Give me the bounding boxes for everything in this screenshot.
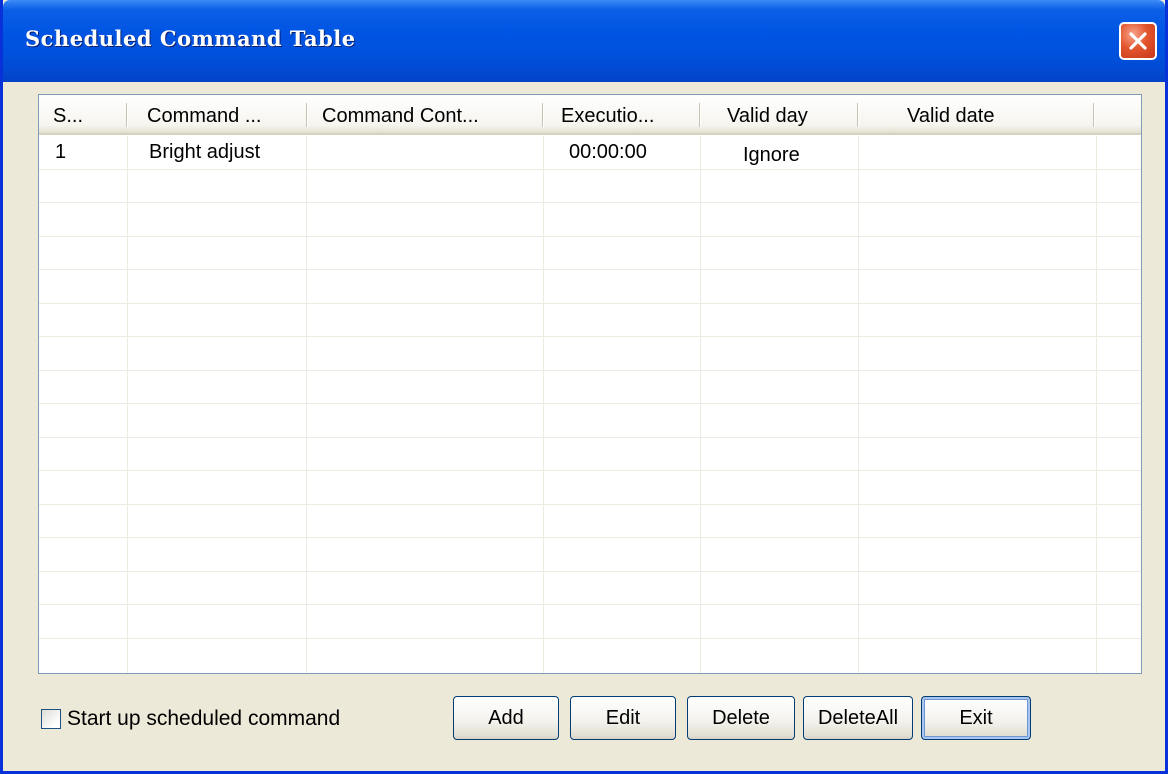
- edit-button[interactable]: Edit: [570, 696, 676, 740]
- column-separator[interactable]: [126, 103, 127, 127]
- grid-line: [39, 571, 1141, 572]
- grid-line: [39, 470, 1141, 471]
- startup-checkbox-label[interactable]: Start up scheduled command: [67, 707, 340, 731]
- grid-line: [39, 370, 1141, 371]
- column-header-command[interactable]: Command ...: [147, 95, 307, 135]
- grid-line: [1096, 136, 1097, 673]
- cell-execution: 00:00:00: [569, 141, 647, 163]
- grid-line: [39, 236, 1141, 237]
- scheduled-command-window: Scheduled Command Table S... Command ...…: [0, 0, 1168, 774]
- column-header-content[interactable]: Command Cont...: [322, 95, 542, 135]
- grid-line: [39, 604, 1141, 605]
- cell-command: Bright adjust: [149, 141, 261, 163]
- grid-line: [39, 169, 1141, 170]
- grid-line: [39, 437, 1141, 438]
- column-separator[interactable]: [699, 103, 700, 127]
- cell-serial: 1: [55, 141, 67, 163]
- command-table[interactable]: S... Command ... Command Cont... Executi…: [38, 94, 1142, 674]
- exit-button[interactable]: Exit: [921, 696, 1031, 740]
- grid-line: [39, 638, 1141, 639]
- column-header-valid-day[interactable]: Valid day: [727, 95, 867, 135]
- column-separator[interactable]: [1093, 103, 1094, 127]
- grid-line: [306, 136, 307, 673]
- column-separator[interactable]: [857, 103, 858, 127]
- close-icon: [1129, 32, 1147, 50]
- grid-line: [858, 136, 859, 673]
- column-separator[interactable]: [542, 103, 543, 127]
- grid-line: [39, 303, 1141, 304]
- delete-all-button[interactable]: DeleteAll: [803, 696, 913, 740]
- grid-line: [39, 336, 1141, 337]
- add-button[interactable]: Add: [453, 696, 559, 740]
- column-header-valid-date[interactable]: Valid date: [907, 95, 1107, 135]
- grid-line: [39, 202, 1141, 203]
- column-separator[interactable]: [306, 103, 307, 127]
- client-area: S... Command ... Command Cont... Executi…: [3, 82, 1165, 771]
- window-title: Scheduled Command Table: [25, 26, 356, 51]
- grid-line: [39, 403, 1141, 404]
- startup-checkbox[interactable]: [41, 709, 61, 729]
- close-button[interactable]: [1119, 22, 1157, 60]
- table-header: S... Command ... Command Cont... Executi…: [39, 95, 1141, 135]
- column-header-execution[interactable]: Executio...: [561, 95, 711, 135]
- grid-line: [127, 136, 128, 673]
- grid-line: [39, 504, 1141, 505]
- title-bar[interactable]: Scheduled Command Table: [3, 0, 1165, 82]
- cell-valid-day: Ignore: [743, 144, 800, 166]
- startup-option[interactable]: Start up scheduled command: [41, 707, 340, 731]
- grid-line: [39, 537, 1141, 538]
- grid-line: [543, 136, 544, 673]
- grid-line: [39, 269, 1141, 270]
- delete-button[interactable]: Delete: [687, 696, 795, 740]
- grid-line: [700, 136, 701, 673]
- bottom-bar: Start up scheduled command Add Edit Dele…: [3, 674, 1165, 774]
- column-header-serial[interactable]: S...: [53, 95, 113, 135]
